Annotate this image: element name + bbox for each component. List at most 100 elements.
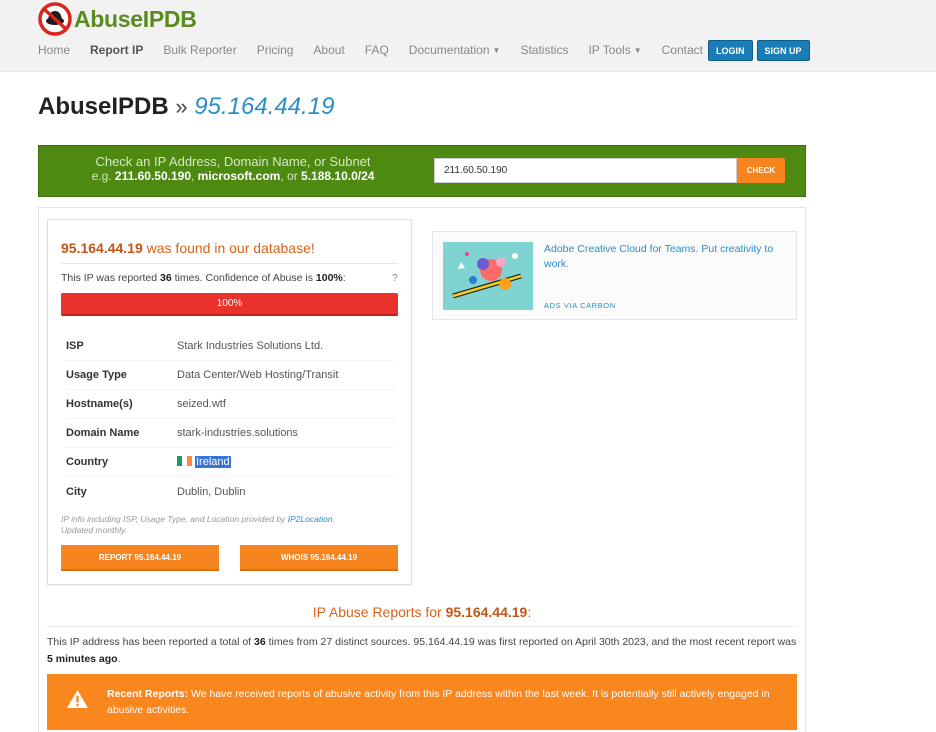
reports-total: 36 (254, 636, 266, 648)
nav-about[interactable]: About (313, 43, 344, 57)
detail-label: City (66, 485, 87, 498)
carbon-ad[interactable]: Adobe Creative Cloud for Teams. Put crea… (432, 231, 797, 320)
chevron-down-icon: ▼ (633, 46, 642, 56)
reports-summary-a: This IP address has been reported a tota… (47, 636, 255, 648)
whois-button[interactable]: WHOIS 95.164.44.19 (240, 545, 398, 571)
nav-contact[interactable]: Contact (662, 43, 703, 57)
report-summary-suffix: : (342, 272, 346, 284)
nav-documentation-label: Documentation (408, 43, 490, 57)
detail-value: Dublin, Dublin (177, 485, 246, 498)
check-example-sep: , or (280, 169, 302, 183)
nav-bulk-reporter[interactable]: Bulk Reporter (163, 43, 236, 57)
confidence-bar: 100% (61, 293, 398, 316)
nav-faq[interactable]: FAQ (365, 43, 389, 57)
ad-illustration-icon (443, 242, 533, 310)
ad-title[interactable]: Adobe Creative Cloud for Teams. Put crea… (544, 242, 792, 272)
reports-heading-ip: 95.164.44.19 (445, 604, 528, 620)
check-example-ip: 211.60.50.190 (114, 169, 191, 183)
provider-note-period: . (332, 514, 335, 524)
report-summary-mid: times. Confidence of Abuse is (171, 272, 316, 284)
check-help-text: Check an IP Address, Domain Name, or Sub… (39, 154, 427, 184)
page-title-separator: » (175, 94, 188, 119)
found-suffix: was found in our database! (142, 240, 315, 256)
detail-value: seized.wtf (177, 398, 226, 410)
reports-recent: 5 minutes ago (47, 653, 118, 665)
recent-reports-alert: Recent Reports: We have received reports… (47, 674, 797, 730)
reports-heading-prefix: IP Abuse Reports for (312, 604, 446, 620)
detail-row-domain: Domain Name stark-industries.solutions (66, 419, 396, 448)
top-navbar: AbuseIPDB Home Report IP Bulk Reporter P… (0, 0, 936, 72)
country-name: Ireland (195, 456, 231, 468)
check-example-sep: , (191, 169, 198, 183)
login-button[interactable]: LOGIN (708, 40, 753, 61)
detail-label: ISP (66, 340, 84, 352)
detail-value: Stark Industries Solutions Ltd. (177, 340, 324, 352)
ip-details-table: ISP Stark Industries Solutions Ltd. Usag… (66, 332, 396, 506)
check-example-subnet: 5.188.10.0/24 (301, 169, 375, 183)
check-example-domain: microsoft.com (197, 169, 281, 183)
ad-image[interactable] (443, 242, 533, 310)
auth-buttons: LOGIN SIGN UP (708, 40, 810, 61)
detail-value: Data Center/Web Hosting/Transit (177, 369, 339, 381)
nav-report-ip[interactable]: Report IP (90, 43, 143, 57)
brand-logo[interactable]: AbuseIPDB (38, 2, 197, 36)
alert-text: Recent Reports: We have received reports… (107, 686, 777, 718)
ip-search-input[interactable] (434, 158, 737, 183)
nav-documentation[interactable]: Documentation ▼ (409, 43, 501, 57)
data-provider-note: IP info including ISP, Usage Type, and L… (61, 514, 396, 536)
page-title-ip: 95.164.44.19 (194, 93, 335, 120)
reports-summary-c: . (117, 653, 121, 665)
reports-summary-b: times from 27 distinct sources. 95.164.4… (265, 636, 797, 648)
reports-summary: This IP address has been reported a tota… (47, 634, 802, 668)
ip2location-link[interactable]: IP2Location (288, 514, 333, 524)
detail-row-hostname: Hostname(s) seized.wtf (66, 390, 396, 419)
detail-row-country: Country Ireland (66, 448, 396, 477)
ip-check-bar: Check an IP Address, Domain Name, or Sub… (38, 145, 806, 197)
reports-heading: IP Abuse Reports for 95.164.44.19: (38, 604, 806, 620)
provider-updated: Updated monthly. (61, 525, 127, 535)
nav-home[interactable]: Home (38, 43, 70, 57)
nav-ip-tools[interactable]: IP Tools ▼ (588, 43, 641, 57)
page-title-site: AbuseIPDB (38, 93, 169, 120)
brand-name: AbuseIPDB (74, 5, 197, 32)
confidence-bar-fill: 100% (61, 293, 398, 316)
page-title: AbuseIPDB » 95.164.44.19 (38, 93, 334, 121)
help-icon[interactable]: ? (392, 272, 398, 284)
check-button[interactable]: CHECK (737, 158, 785, 183)
detail-row-usage-type: Usage Type Data Center/Web Hosting/Trans… (66, 361, 396, 390)
detail-row-city: City Dublin, Dublin (66, 477, 396, 506)
nav-pricing[interactable]: Pricing (257, 43, 294, 57)
detail-label: Country (66, 456, 109, 468)
found-heading: 95.164.44.19 was found in our database! (61, 240, 315, 256)
check-help-line2: e.g. 211.60.50.190, microsoft.com, or 5.… (39, 169, 427, 183)
confidence-value: 100% (315, 272, 343, 284)
ip-result-card: 95.164.44.19 was found in our database! … (47, 219, 412, 585)
detail-label: Hostname(s) (66, 398, 133, 410)
report-count: 36 (160, 272, 172, 284)
signup-button[interactable]: SIGN UP (756, 40, 810, 61)
ireland-flag-icon (177, 456, 192, 466)
report-summary-prefix: This IP was reported (61, 272, 161, 284)
divider (47, 626, 797, 627)
report-ip-button[interactable]: REPORT 95.164.44.19 (61, 545, 219, 571)
divider (61, 263, 398, 264)
reports-heading-suffix: : (527, 604, 532, 620)
warning-icon (67, 689, 88, 709)
detail-value: stark-industries.solutions (177, 427, 299, 439)
alert-body: We have received reports of abusive acti… (107, 688, 770, 716)
main-nav: Home Report IP Bulk Reporter Pricing Abo… (38, 43, 723, 57)
check-help-line1: Check an IP Address, Domain Name, or Sub… (95, 154, 371, 169)
found-ip: 95.164.44.19 (61, 240, 143, 256)
nav-statistics[interactable]: Statistics (520, 43, 568, 57)
detail-value-country: Ireland (177, 456, 231, 468)
alert-title: Recent Reports: (107, 688, 189, 700)
detail-label: Usage Type (66, 369, 127, 381)
ads-via-carbon-link[interactable]: ADS VIA CARBON (544, 301, 616, 310)
detail-row-isp: ISP Stark Industries Solutions Ltd. (66, 332, 396, 361)
abuseipdb-logo-icon (38, 2, 72, 36)
detail-label: Domain Name (66, 427, 140, 439)
provider-note-text: IP info including ISP, Usage Type, and L… (61, 514, 288, 524)
chevron-down-icon: ▼ (492, 46, 501, 56)
nav-ip-tools-label: IP Tools (588, 43, 631, 57)
check-help-prefix: e.g. (91, 169, 115, 183)
